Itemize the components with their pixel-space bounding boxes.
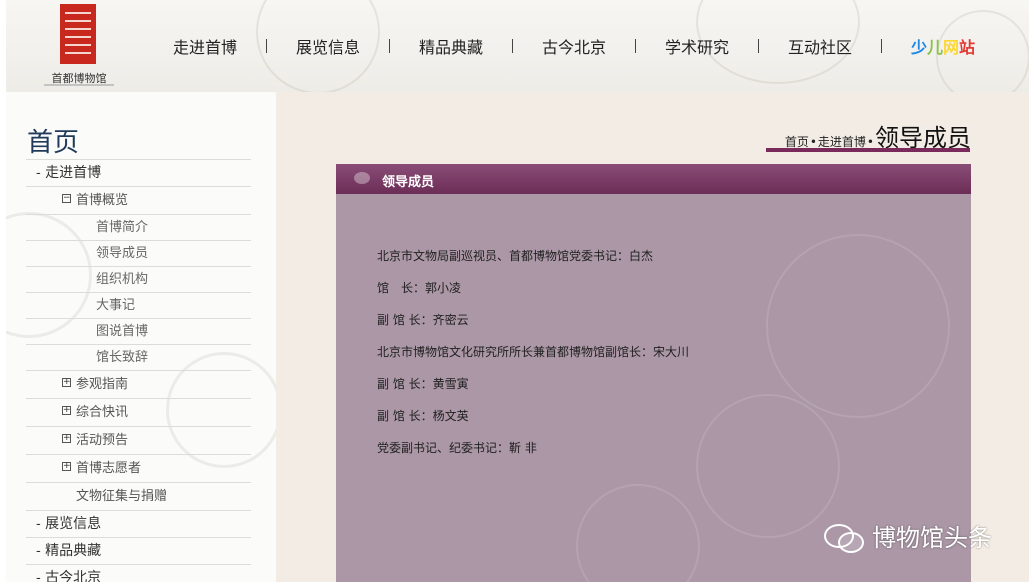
sidebar-item[interactable]: 大事记 xyxy=(26,292,251,318)
museum-logo[interactable]: 首都博物馆 xyxy=(42,4,122,88)
nav-separator xyxy=(266,39,267,53)
sidebar-item-label: - 走进首博 xyxy=(36,165,102,181)
nav-separator xyxy=(881,39,882,53)
expand-icon[interactable]: + xyxy=(62,462,71,471)
sidebar-item[interactable]: − 首博概览 xyxy=(26,186,251,214)
nav-item-collection[interactable]: 精品典藏 xyxy=(404,34,498,58)
sidebar-item-label: 活动预告 xyxy=(76,433,129,448)
kids-char: 站 xyxy=(959,38,976,57)
sidebar-item-label: 组织机构 xyxy=(96,272,149,287)
sidebar-item-label: - 展览信息 xyxy=(36,516,102,532)
flower-icon xyxy=(354,172,370,184)
wechat-icon xyxy=(824,520,866,553)
sidebar-item[interactable]: - 精品典藏 xyxy=(26,537,251,564)
sidebar-item-label: 领导成员 xyxy=(96,246,149,261)
sidebar-item-label: 大事记 xyxy=(96,298,136,313)
logo-subline xyxy=(44,84,114,86)
sidebar-item-label: 首博简介 xyxy=(96,220,149,235)
sidebar-item[interactable]: 首博简介 xyxy=(26,214,251,240)
nav-separator xyxy=(389,39,390,53)
breadcrumb-separator: • xyxy=(809,135,817,149)
floral-decoration xyxy=(766,234,950,418)
expand-icon[interactable]: + xyxy=(62,378,71,387)
sidebar-item-label: 综合快讯 xyxy=(76,405,129,420)
kids-char: 少 xyxy=(910,38,927,57)
sidebar-item[interactable]: 馆长致辞 xyxy=(26,344,251,370)
leader-entry: 副 馆 长：杨文英 xyxy=(377,409,469,423)
sidebar-item[interactable]: - 古今北京 xyxy=(26,564,251,582)
nav-separator xyxy=(758,39,759,53)
nav-item-intro[interactable]: 走进首博 xyxy=(158,34,252,58)
nav-separator xyxy=(512,39,513,53)
floral-decoration xyxy=(696,394,840,538)
nav-item-kids-site[interactable]: 少儿网站 xyxy=(896,34,990,58)
sidebar-item-label: 馆长致辞 xyxy=(96,350,149,365)
sidebar-item[interactable]: + 活动预告 xyxy=(26,426,251,454)
sidebar-item[interactable]: + 综合快讯 xyxy=(26,398,251,426)
sidebar-item[interactable]: + 首博志愿者 xyxy=(26,454,251,482)
kids-char: 儿 xyxy=(926,38,943,57)
main-nav: 走进首博 展览信息 精品典藏 古今北京 学术研究 互动社区 少儿网站 xyxy=(158,34,990,58)
collapse-icon[interactable]: − xyxy=(62,194,71,203)
main-content: 首页 • 走进首博 • 领导成员 领导成员 北京市文物局副巡视员、首都博物馆党委… xyxy=(276,92,1029,582)
sidebar-item-label: - 精品典藏 xyxy=(36,543,102,559)
nav-item-research[interactable]: 学术研究 xyxy=(650,34,744,58)
panel-header: 领导成员 xyxy=(336,164,971,194)
sidebar-title[interactable]: 首页 xyxy=(27,122,79,159)
left-sidebar: 首页 - 走进首博 − 首博概览首博简介领导成员组织机构大事记图说首博馆长致辞 + 参观… xyxy=(6,92,276,582)
leader-entry: 北京市博物馆文化研究所所长兼首都博物馆副馆长：宋大川 xyxy=(377,345,690,359)
breadcrumb-separator: • xyxy=(866,135,874,149)
sidebar-menu: - 走进首博 − 首博概览 首博简介 领导成员 组织机构 大事记 图说首博 馆长致辞 + 参观指南 +… xyxy=(26,159,251,582)
floral-decoration xyxy=(576,484,700,582)
sidebar-item-label: 首博概览 xyxy=(76,193,129,208)
nav-item-community[interactable]: 互动社区 xyxy=(773,34,867,58)
expand-icon[interactable]: + xyxy=(62,434,71,443)
seal-icon xyxy=(60,4,96,64)
watermark-text: 博物馆头条 xyxy=(872,524,992,552)
sidebar-item[interactable]: + 参观指南 xyxy=(26,370,251,398)
watermark: 博物馆头条 xyxy=(824,518,992,553)
nav-separator xyxy=(635,39,636,53)
sidebar-item[interactable]: 图说首博 xyxy=(26,318,251,344)
sidebar-item[interactable]: 领导成员 xyxy=(26,240,251,266)
site-header: 首都博物馆 走进首博 展览信息 精品典藏 古今北京 学术研究 互动社区 少儿网站 xyxy=(6,0,1029,93)
sidebar-item[interactable]: 文物征集与捐赠 xyxy=(26,482,251,510)
leader-entry: 馆 长：郭小凌 xyxy=(377,281,462,295)
leader-entry: 党委副书记、纪委书记：靳 非 xyxy=(377,441,537,455)
nav-item-beijing[interactable]: 古今北京 xyxy=(527,34,621,58)
sidebar-item[interactable]: 组织机构 xyxy=(26,266,251,292)
expand-icon[interactable]: + xyxy=(62,406,71,415)
sidebar-item-label: 首博志愿者 xyxy=(76,461,142,476)
sidebar-item-label: - 古今北京 xyxy=(36,570,102,582)
sidebar-item-label: 参观指南 xyxy=(76,377,129,392)
nav-item-exhibitions[interactable]: 展览信息 xyxy=(281,34,375,58)
panel-title: 领导成员 xyxy=(382,175,435,190)
breadcrumb-underline xyxy=(766,148,970,152)
leader-entry: 副 馆 长：黄雪寅 xyxy=(377,377,469,391)
leader-entry: 北京市文物局副巡视员、首都博物馆党委书记：白杰 xyxy=(377,249,654,263)
sidebar-item-label: 文物征集与捐赠 xyxy=(76,489,168,504)
kids-char: 网 xyxy=(943,38,960,57)
sidebar-item[interactable]: - 展览信息 xyxy=(26,510,251,537)
leader-entry: 副 馆 长：齐密云 xyxy=(377,313,469,327)
leaders-list: 北京市文物局副巡视员、首都博物馆党委书记：白杰馆 长：郭小凌副 馆 长：齐密云北… xyxy=(377,248,689,472)
sidebar-item-label: 图说首博 xyxy=(96,324,149,339)
sidebar-item[interactable]: - 走进首博 xyxy=(26,159,251,186)
